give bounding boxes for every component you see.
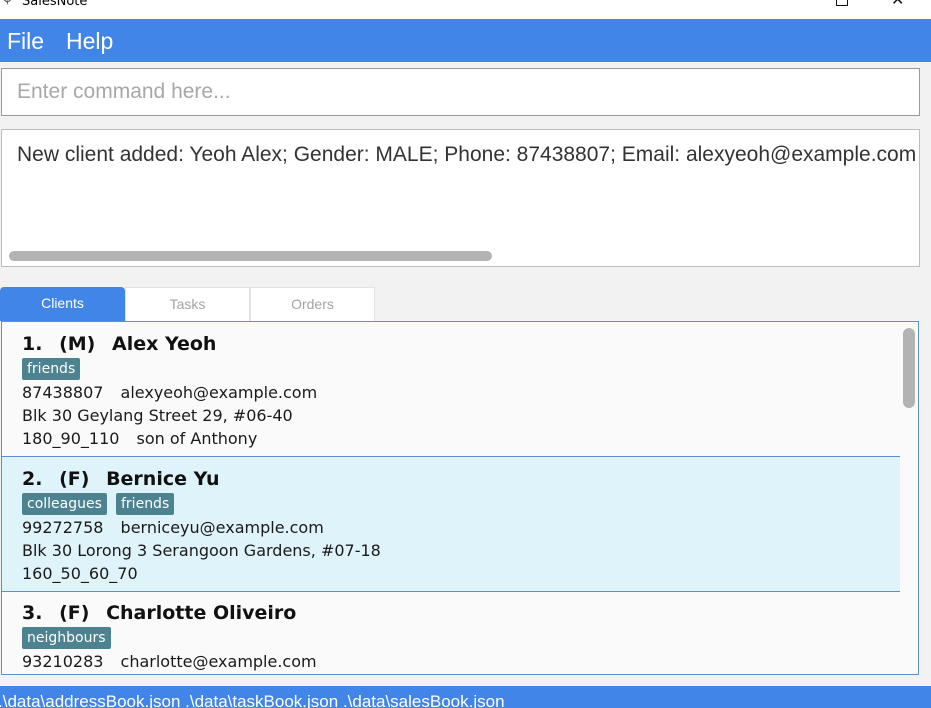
client-name-line: 2. (F) Bernice Yu [22,468,220,490]
client-card[interactable]: 1. (M) Alex Yeoh friends 87438807 alexye… [2,322,900,457]
client-address: Blk 30 Geylang Street 29, #06-40 [22,406,293,425]
client-name: Bernice Yu [106,468,220,490]
command-input[interactable] [2,69,919,115]
client-phone: 93210283 [22,652,104,671]
client-phone: 99272758 [22,518,104,537]
maximize-button[interactable] [836,0,848,6]
client-phone: 87438807 [22,383,104,402]
horizontal-scrollbar[interactable] [9,251,492,261]
tag-badge: friends [22,358,81,380]
client-list: 1. (M) Alex Yeoh friends 87438807 alexye… [1,321,919,675]
tag-badge: neighbours [22,627,111,649]
client-name: Charlotte Oliveiro [106,602,297,624]
client-index: 3. [22,602,43,624]
client-contact: 99272758 berniceyu@example.com [22,518,324,537]
client-details: 160_50_60_70 [22,564,138,583]
close-button[interactable]: ✕ [891,0,904,8]
client-name-line: 3. (F) Charlotte Oliveiro [22,602,296,624]
tag-badge: colleagues [22,493,107,515]
client-name-line: 1. (M) Alex Yeoh [22,333,216,355]
client-gender: (M) [59,333,96,355]
window-title: SalesNote [22,0,88,9]
client-tags: friends [22,358,84,380]
client-card[interactable]: 3. (F) Charlotte Oliveiro neighbours 932… [2,592,900,674]
result-display: New client added: Yeoh Alex; Gender: MAL… [1,129,920,267]
client-index: 1. [22,333,43,355]
result-message: New client added: Yeoh Alex; Gender: MAL… [17,143,917,166]
menu-help[interactable]: Help [66,27,113,55]
client-email: charlotte@example.com [120,652,317,671]
client-contact: 87438807 alexyeoh@example.com [22,383,317,402]
client-address: Blk 30 Lorong 3 Serangoon Gardens, #07-1… [22,541,381,560]
client-email: alexyeoh@example.com [120,383,318,402]
menu-bar: File Help [0,19,931,62]
tab-orders[interactable]: Orders [250,287,375,321]
client-index: 2. [22,468,43,490]
client-contact: 93210283 charlotte@example.com [22,652,317,671]
client-remark: son of Anthony [136,429,258,448]
tab-tasks[interactable]: Tasks [125,287,250,321]
client-name: Alex Yeoh [111,333,217,355]
client-gender: (F) [59,468,90,490]
menu-file[interactable]: File [7,27,44,55]
title-bar: ⚘ SalesNote ✕ [0,0,931,19]
client-tags: colleagues friends [22,493,178,515]
client-card[interactable]: 2. (F) Bernice Yu colleagues friends 992… [2,457,900,592]
command-box [1,68,920,116]
client-tags: neighbours [22,627,115,649]
client-email: berniceyu@example.com [120,518,324,537]
tab-clients[interactable]: Clients [0,287,125,321]
client-gender: (F) [59,602,90,624]
storage-path-status: .\data\addressBook.json .\data\taskBook.… [0,692,505,708]
app-icon: ⚘ [2,0,13,8]
client-measurement: 180_90_110 [22,429,120,448]
tag-badge: friends [116,493,175,515]
vertical-scrollbar[interactable] [903,328,915,408]
status-bar: .\data\addressBook.json .\data\taskBook.… [0,686,931,708]
client-measurement: 160_50_60_70 [22,564,138,583]
client-details: 180_90_110 son of Anthony [22,429,257,448]
